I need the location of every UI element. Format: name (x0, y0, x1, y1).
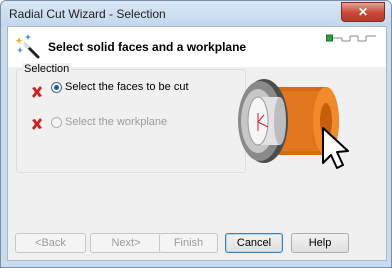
wizard-header: Select solid faces and a workplane (8, 27, 386, 67)
red-x-icon (32, 86, 42, 98)
page-title: Select solid faces and a workplane (48, 40, 247, 54)
back-button[interactable]: <Back (15, 233, 86, 253)
cancel-button[interactable]: Cancel (225, 233, 283, 253)
step-indicator (326, 34, 376, 42)
selection-group-legend: Selection (22, 63, 72, 75)
faces-radio[interactable] (51, 82, 62, 93)
workplane-option-label[interactable]: Select the workplane (65, 116, 167, 128)
red-x-icon (32, 118, 42, 130)
title-bar[interactable]: Radial Cut Wizard - Selection ✕ (1, 1, 391, 26)
close-button[interactable]: ✕ (341, 2, 385, 22)
faces-option-label[interactable]: Select the faces to be cut (65, 81, 189, 93)
next-button[interactable]: Next> (90, 233, 162, 253)
wizard-body: Select solid faces and a workplane Selec… (7, 26, 387, 261)
window-title: Radial Cut Wizard - Selection (9, 7, 166, 21)
cylinder-illustration (238, 79, 349, 169)
help-button[interactable]: Help (291, 233, 349, 253)
workplane-radio[interactable] (51, 117, 62, 128)
finish-button[interactable]: Finish (159, 233, 218, 253)
wizard-window: Radial Cut Wizard - Selection ✕ Select s… (0, 0, 392, 268)
magic-wand-icon (15, 34, 40, 59)
